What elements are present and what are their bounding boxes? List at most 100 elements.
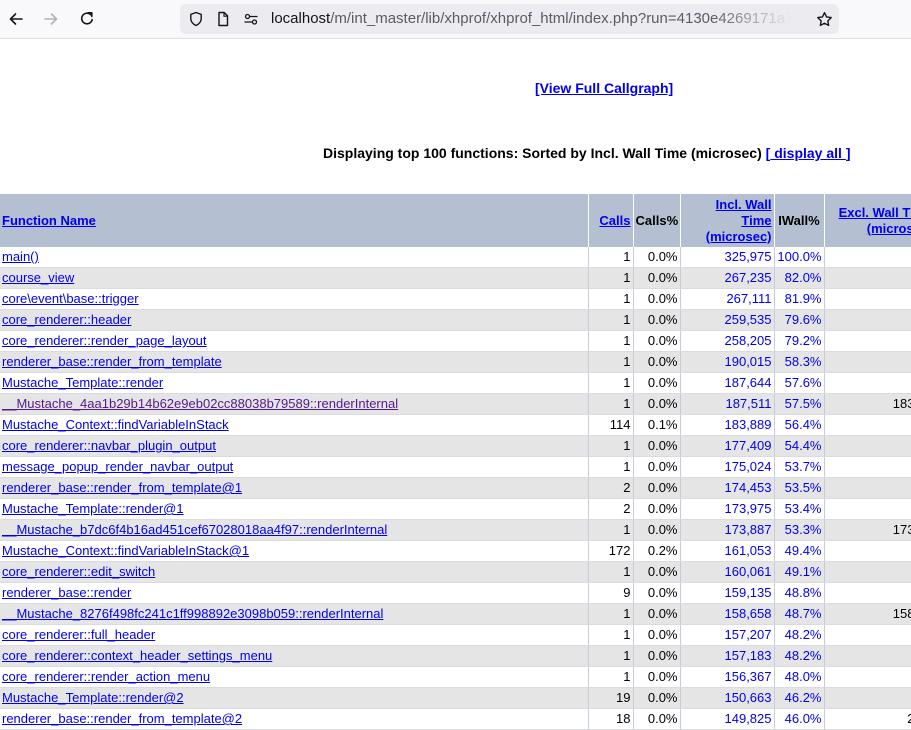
function-link[interactable]: renderer_base::render_from_template <box>2 354 222 369</box>
table-row: renderer_base::render_from_template 1 0.0%… <box>0 351 911 373</box>
function-link[interactable]: Mustache_Context::findVariableInStack@1 <box>2 543 249 558</box>
display-all-link[interactable]: [ display all ] <box>766 145 851 161</box>
function-name-cell: course_view <box>0 267 589 289</box>
url-text[interactable]: localhost/m/int_master/lib/xhprof/xhprof… <box>271 10 791 28</box>
incl-wall-cell: 183,889 <box>680 414 775 436</box>
function-link[interactable]: Mustache_Template::render <box>2 375 163 390</box>
incl-wall-cell: 160,061 <box>680 561 775 583</box>
table-row: main() 10.0%325,975100.0%42 <box>0 247 911 268</box>
incl-wall-cell: 161,053 <box>680 540 775 562</box>
function-link[interactable]: core_renderer::navbar_plugin_output <box>2 438 216 453</box>
function-link[interactable]: core_renderer::full_header <box>2 627 155 642</box>
table-row: Mustache_Context::findVariableInStack@1 1… <box>0 540 911 562</box>
function-name-cell: core_renderer::edit_switch <box>0 561 589 583</box>
function-link[interactable]: course_view <box>2 270 74 285</box>
function-name-cell: Mustache_Context::findVariableInStack@1 <box>0 540 589 562</box>
header-calls[interactable]: Calls <box>588 194 634 247</box>
function-link[interactable]: renderer_base::render <box>2 585 131 600</box>
function-link[interactable]: core_renderer::edit_switch <box>2 564 155 579</box>
function-name-cell: core_renderer::full_header <box>0 624 589 646</box>
header-incl-wall-time[interactable]: Incl. Wall Time (microsec) <box>680 194 775 247</box>
excl-wall-cell <box>824 372 911 394</box>
iwall-pct-cell: 57.5% <box>774 393 825 415</box>
function-link[interactable]: __Mustache_4aa1b29b14b62e9eb02cc88038b79… <box>2 396 398 411</box>
function-name-cell: renderer_base::render_from_template@1 <box>0 477 589 499</box>
header-function-name[interactable]: Function Name <box>0 194 589 247</box>
table-row: __Mustache_4aa1b29b14b62e9eb02cc88038b79… <box>0 393 911 415</box>
function-name-cell: renderer_base::render <box>0 582 589 604</box>
bookmark-star-icon[interactable] <box>815 10 833 28</box>
iwall-pct-cell: 56.4% <box>774 414 825 436</box>
function-link[interactable]: renderer_base::render_from_template@1 <box>2 480 242 495</box>
function-link[interactable]: core_renderer::render_page_layout <box>2 333 207 348</box>
calls-cell: 1 <box>588 247 634 268</box>
calls-cell: 1 <box>588 603 634 625</box>
calls-cell: 1 <box>588 288 634 310</box>
table-row: core_renderer::context_header_settings_m… <box>0 645 911 667</box>
function-link[interactable]: message_popup_render_navbar_output <box>2 459 233 474</box>
shield-icon[interactable] <box>187 10 205 28</box>
function-link[interactable]: __Mustache_b7dc6f4b16ad451cef67028018aa4… <box>2 522 387 537</box>
calls-cell: 1 <box>588 267 634 289</box>
incl-wall-cell: 156,367 <box>680 666 775 688</box>
function-link[interactable]: core_renderer::context_header_settings_m… <box>2 648 272 663</box>
calls-pct-cell: 0.0% <box>633 561 681 583</box>
table-row: renderer_base::render 90.0%159,13548.8%6 <box>0 582 911 604</box>
calls-cell: 2 <box>588 498 634 520</box>
iwall-pct-cell: 57.6% <box>774 372 825 394</box>
excl-wall-cell: 16 <box>824 687 911 709</box>
function-link[interactable]: Mustache_Template::render@2 <box>2 690 184 705</box>
calls-pct-cell: 0.0% <box>633 477 681 499</box>
reload-button[interactable] <box>75 7 99 31</box>
view-full-callgraph-link[interactable]: [View Full Callgraph] <box>535 80 673 96</box>
excl-wall-cell: 2 <box>824 351 911 373</box>
permissions-icon[interactable] <box>242 10 260 28</box>
iwall-pct-cell: 46.0% <box>774 708 825 730</box>
function-name-cell: renderer_base::render_from_template <box>0 351 589 373</box>
iwall-pct-cell: 100.0% <box>774 247 825 268</box>
address-bar[interactable]: localhost/m/int_master/lib/xhprof/xhprof… <box>180 4 839 34</box>
incl-wall-cell: 150,663 <box>680 687 775 709</box>
excl-wall-cell: 1 <box>824 624 911 646</box>
function-link[interactable]: core\event\base::trigger <box>2 291 139 306</box>
function-name-cell: Mustache_Template::render@2 <box>0 687 589 709</box>
function-link[interactable]: Mustache_Context::findVariableInStack <box>2 417 229 432</box>
function-link[interactable]: Mustache_Template::render@1 <box>2 501 184 516</box>
incl-wall-cell: 159,135 <box>680 582 775 604</box>
excl-wall-cell: 183,43 <box>824 393 911 415</box>
iwall-pct-cell: 81.9% <box>774 288 825 310</box>
back-button[interactable] <box>4 7 28 31</box>
calls-pct-cell: 0.0% <box>633 666 681 688</box>
function-link[interactable]: core_renderer::header <box>2 312 131 327</box>
calls-cell: 1 <box>588 456 634 478</box>
excl-wall-cell: 2,27 <box>824 708 911 730</box>
table-row: course_view 10.0%267,23582.0%4 <box>0 267 911 289</box>
table-row: renderer_base::render_from_template@2 18 0… <box>0 708 911 730</box>
sort-description: Displaying top 100 functions: Sorted by … <box>323 145 850 161</box>
function-link[interactable]: renderer_base::render_from_template@2 <box>2 711 242 726</box>
iwall-pct-cell: 49.1% <box>774 561 825 583</box>
function-name-cell: core_renderer::navbar_plugin_output <box>0 435 589 457</box>
calls-pct-cell: 0.0% <box>633 267 681 289</box>
calls-pct-cell: 0.0% <box>633 288 681 310</box>
header-excl-wall-time[interactable]: Excl. Wall Time(microsec) <box>824 194 911 247</box>
table-row: core_renderer::render_page_layout 1 0.0% 25… <box>0 330 911 352</box>
function-link[interactable]: __Mustache_8276f498fc241c1ff998892e3098b… <box>2 606 383 621</box>
function-link[interactable]: main() <box>2 249 39 264</box>
function-link[interactable]: core_renderer::render_action_menu <box>2 669 210 684</box>
browser-toolbar: localhost/m/int_master/lib/xhprof/xhprof… <box>0 0 911 39</box>
excl-wall-cell: 3 <box>824 645 911 667</box>
iwall-pct-cell: 48.2% <box>774 624 825 646</box>
incl-wall-cell: 267,111 <box>680 288 775 310</box>
iwall-pct-cell: 46.2% <box>774 687 825 709</box>
calls-pct-cell: 0.0% <box>633 498 681 520</box>
forward-button[interactable] <box>39 7 63 31</box>
calls-pct-cell: 0.0% <box>633 687 681 709</box>
page-info-icon[interactable] <box>214 10 232 28</box>
iwall-pct-cell: 48.0% <box>774 666 825 688</box>
calls-cell: 1 <box>588 351 634 373</box>
calls-pct-cell: 0.0% <box>633 372 681 394</box>
function-name-cell: core_renderer::header <box>0 309 589 331</box>
incl-wall-cell: 187,511 <box>680 393 775 415</box>
function-name-cell: message_popup_render_navbar_output <box>0 456 589 478</box>
